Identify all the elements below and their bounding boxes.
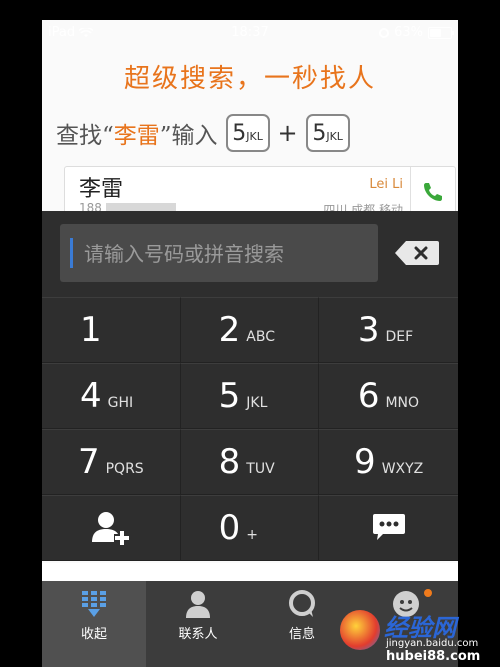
add-contact-key[interactable]: [42, 495, 181, 561]
promo-middle: ”输入: [159, 123, 218, 149]
tab-messages[interactable]: 信息: [250, 581, 354, 667]
key-chip-letters: JKL: [246, 130, 263, 143]
key-6[interactable]: 6 MNO: [319, 363, 458, 429]
key-digit: 7: [77, 442, 100, 482]
key-7[interactable]: 7 PQRS: [42, 429, 181, 495]
tab-collapse[interactable]: 收起: [42, 581, 146, 667]
status-bar: iPad 18:37 63%: [42, 20, 458, 46]
dialer-panel: 1 2 ABC 3 DEF 4 GHI 5 JKL 6 MNO 7 PQRS 8 TUV 9W…: [42, 211, 458, 561]
watermark-url: jingyan.baidu.com: [386, 638, 479, 649]
promo-headline: 超级搜索，一秒找人: [123, 64, 376, 94]
key-digit: 2: [218, 310, 241, 350]
rotation-lock-icon: [379, 27, 390, 38]
key-letters: WXYZ: [381, 461, 424, 477]
contact-name: 李雷: [79, 177, 124, 202]
key-letters: ABC: [246, 329, 276, 345]
key-chip-5: 5 JKL: [225, 114, 270, 152]
tab-label: 联系人: [178, 627, 218, 642]
key-digit: 0: [218, 508, 241, 548]
search-box[interactable]: [60, 224, 378, 284]
battery-percent: 63%: [394, 25, 423, 40]
tab-contacts[interactable]: 联系人: [146, 581, 250, 667]
watermark-logo-icon: [340, 610, 380, 650]
key-8[interactable]: 8 TUV: [180, 429, 320, 495]
key-digit: 3: [357, 310, 380, 350]
key-digit: 1: [80, 310, 102, 350]
site-watermark: 经验网 jingyan.baidu.com hubei88.com: [340, 608, 500, 667]
key-letters: TUV: [246, 461, 275, 477]
add-contact-icon: [91, 512, 130, 546]
text-cursor: [70, 238, 73, 268]
key-letters: PQRS: [105, 461, 144, 477]
key-letters: +: [246, 527, 259, 543]
battery-icon: [428, 26, 454, 39]
plus-sign: +: [277, 119, 298, 147]
contact-pinyin: Lei Li: [369, 177, 403, 192]
promo-instruction: 查找“ 李雷 ”输入 5 JKL + 5 JKL: [56, 112, 350, 154]
key-5[interactable]: 5 JKL: [180, 363, 320, 429]
collapse-keypad-icon: [82, 591, 106, 617]
key-4[interactable]: 4 GHI: [42, 363, 181, 429]
key-1[interactable]: 1: [42, 297, 181, 363]
key-0[interactable]: 0 +: [180, 495, 320, 561]
watermark-url-secondary: hubei88.com: [386, 649, 481, 664]
key-letters: DEF: [385, 329, 414, 345]
key-3[interactable]: 3 DEF: [319, 297, 458, 363]
tab-label: 信息: [288, 627, 315, 642]
messages-icon: [289, 590, 315, 617]
phone-screen: iPad 18:37 63% 超级搜索，一秒找人 查找“ 李雷 ”输入 5 JK…: [42, 20, 458, 667]
key-letters: MNO: [385, 395, 420, 411]
key-chip-digit: 5: [232, 121, 247, 146]
key-9[interactable]: 9 WXYZ: [319, 429, 458, 495]
key-digit: 6: [357, 376, 380, 416]
key-chip-5-second: 5 JKL: [305, 114, 350, 152]
key-2[interactable]: 2 ABC: [180, 297, 320, 363]
key-chip-digit: 5: [312, 121, 327, 146]
key-letters: GHI: [107, 395, 134, 411]
call-button[interactable]: [410, 167, 455, 217]
message-bubble-icon: [372, 514, 405, 540]
key-chip-letters: JKL: [326, 130, 343, 143]
key-digit: 8: [218, 442, 241, 482]
key-digit: 4: [80, 376, 102, 416]
promo-name: 李雷: [113, 123, 160, 149]
contacts-icon: [186, 591, 210, 618]
search-input[interactable]: [82, 224, 376, 284]
keypad: 1 2 ABC 3 DEF 4 GHI 5 JKL 6 MNO 7 PQRS 8 TUV 9W…: [42, 297, 458, 561]
backspace-button[interactable]: [394, 240, 440, 266]
send-message-key[interactable]: [319, 495, 458, 561]
key-digit: 9: [354, 442, 376, 482]
key-digit: 5: [218, 376, 241, 416]
promo-prefix: 查找“: [56, 123, 114, 149]
tab-label: 收起: [80, 627, 107, 642]
notification-dot: [424, 589, 432, 597]
phone-icon: [424, 183, 442, 201]
battery-level-fill: [430, 28, 442, 37]
key-letters: JKL: [246, 395, 268, 411]
list-separator: [42, 563, 458, 581]
